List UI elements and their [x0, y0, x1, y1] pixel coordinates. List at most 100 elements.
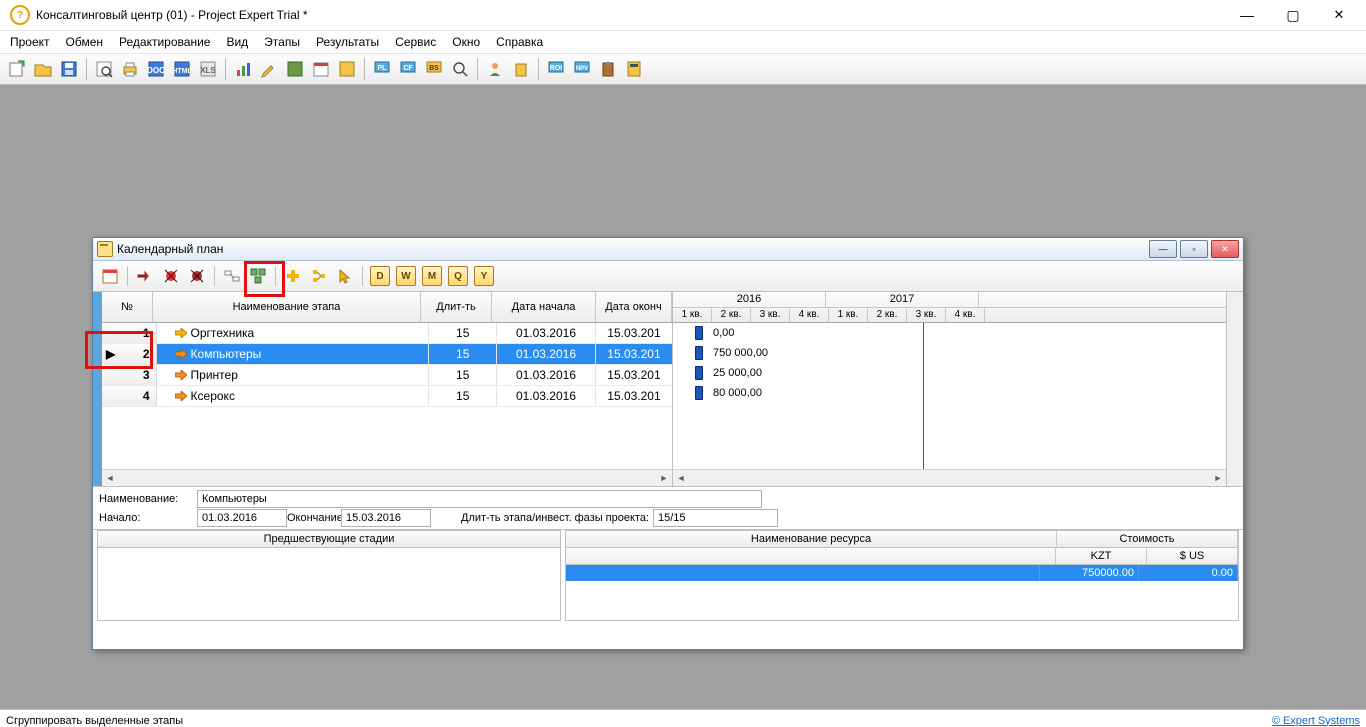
maximize-button[interactable]: ▢ [1270, 0, 1316, 30]
person-icon[interactable] [483, 57, 507, 81]
detail-end-field[interactable]: 15.03.2016 [341, 509, 431, 527]
hscroll-left-icon[interactable]: ◄ [102, 471, 118, 485]
detail-start-field[interactable]: 01.03.2016 [197, 509, 287, 527]
stage-row[interactable]: 1Оргтехника1501.03.201615.03.201 [102, 323, 672, 344]
ctb-add-icon[interactable] [282, 265, 304, 287]
preview-icon[interactable] [92, 57, 116, 81]
ctb-bug2-icon[interactable] [186, 265, 208, 287]
stage-row[interactable]: 4Ксерокс1501.03.201615.03.201 [102, 386, 672, 407]
res-usd-header[interactable]: $ US [1147, 548, 1238, 564]
open-icon[interactable] [31, 57, 55, 81]
col-start[interactable]: Дата начала [492, 292, 596, 322]
close-button[interactable]: ✕ [1316, 0, 1362, 30]
hscroll-left-icon[interactable]: ◄ [673, 471, 689, 485]
minimize-button[interactable]: — [1224, 0, 1270, 30]
clip-icon[interactable] [596, 57, 620, 81]
ctb-week-button[interactable]: W [395, 265, 417, 287]
col-end[interactable]: Дата оконч [596, 292, 672, 322]
app-titlebar: ? Консалтинговый центр (01) - Project Ex… [0, 0, 1366, 31]
svg-text:PL: PL [378, 65, 388, 72]
res-kzt-header[interactable]: KZT [1056, 548, 1147, 564]
menu-project[interactable]: Проект [2, 33, 58, 51]
calc-icon[interactable] [622, 57, 646, 81]
child-toolbar: D W M Q Y [93, 261, 1243, 292]
menu-view[interactable]: Вид [218, 33, 256, 51]
row-selector-gutter[interactable] [93, 292, 102, 486]
gantt-value: 25 000,00 [713, 367, 762, 379]
menu-stages[interactable]: Этапы [256, 33, 308, 51]
calendar-icon[interactable] [309, 57, 333, 81]
predecessors-header: Предшествующие стадии [98, 531, 560, 548]
module2-icon[interactable] [335, 57, 359, 81]
new-icon[interactable] [5, 57, 29, 81]
ctb-quarter-button[interactable]: Q [447, 265, 469, 287]
menu-window[interactable]: Окно [444, 33, 488, 51]
menu-service[interactable]: Сервис [387, 33, 444, 51]
col-num[interactable]: № [102, 292, 153, 322]
npv-icon[interactable]: NPV [570, 57, 594, 81]
child-close-button[interactable]: ✕ [1211, 240, 1239, 258]
building-icon[interactable] [509, 57, 533, 81]
bs-icon[interactable]: BS [422, 57, 446, 81]
ctb-day-button[interactable]: D [369, 265, 391, 287]
pl-icon[interactable]: PL [370, 57, 394, 81]
html-icon[interactable]: HTML [170, 57, 194, 81]
roi-icon[interactable]: ROI [544, 57, 568, 81]
xls-icon[interactable]: XLS [196, 57, 220, 81]
ctb-pointer-icon[interactable] [334, 265, 356, 287]
ctb-month-button[interactable]: M [421, 265, 443, 287]
svg-text:ROI: ROI [550, 65, 563, 72]
stage-row[interactable]: 3Принтер1501.03.201615.03.201 [102, 365, 672, 386]
hscroll-right-icon[interactable]: ► [1210, 471, 1226, 485]
col-name[interactable]: Наименование этапа [153, 292, 421, 322]
detail-name-field[interactable]: Компьютеры [197, 490, 762, 508]
ctb-arrow-red-icon[interactable] [134, 265, 156, 287]
gantt-row[interactable]: 25 000,00 [673, 363, 1226, 383]
menu-help[interactable]: Справка [488, 33, 551, 51]
child-maximize-button[interactable]: ▫ [1180, 240, 1208, 258]
cf-icon[interactable]: CF [396, 57, 420, 81]
find-icon[interactable] [448, 57, 472, 81]
ctb-bug1-icon[interactable] [160, 265, 182, 287]
vscroll[interactable] [1226, 292, 1243, 486]
gantt-row[interactable]: 0,00 [673, 323, 1226, 343]
ctb-group-icon[interactable] [247, 265, 269, 287]
menu-results[interactable]: Результаты [308, 33, 387, 51]
gantt-bar[interactable] [695, 366, 703, 380]
ctb-year-button[interactable]: Y [473, 265, 495, 287]
gantt-qtr: 2 кв. [712, 308, 751, 323]
stage-grid: № Наименование этапа Длит-ть Дата начала… [102, 292, 673, 486]
edit-icon[interactable] [257, 57, 281, 81]
word-icon[interactable]: DOC [144, 57, 168, 81]
menu-edit[interactable]: Редактирование [111, 33, 218, 51]
detail-dur-field[interactable]: 15/15 [653, 509, 778, 527]
gantt-bar[interactable] [695, 346, 703, 360]
ctb-calendar-icon[interactable] [99, 265, 121, 287]
hscroll-right-icon[interactable]: ► [656, 471, 672, 485]
status-link[interactable]: © Expert Systems [1272, 715, 1360, 727]
left-hscroll[interactable]: ◄ ► [102, 469, 672, 486]
ctb-tree-icon[interactable] [308, 265, 330, 287]
module1-icon[interactable] [283, 57, 307, 81]
res-name-header[interactable]: Наименование ресурса [566, 531, 1057, 547]
gantt-value: 0,00 [713, 327, 734, 339]
save-icon[interactable] [57, 57, 81, 81]
right-hscroll[interactable]: ◄ ► [673, 469, 1226, 486]
child-window-icon [97, 241, 113, 257]
print-icon[interactable] [118, 57, 142, 81]
gantt-bar[interactable] [695, 386, 703, 400]
chart-icon[interactable] [231, 57, 255, 81]
row-num: 1 [102, 323, 157, 343]
resource-row[interactable]: 750000.00 0.00 [566, 565, 1238, 581]
res-cost-header[interactable]: Стоимость [1057, 531, 1238, 547]
stage-row[interactable]: ▶2Компьютеры1501.03.201615.03.201 [102, 344, 672, 365]
col-dur[interactable]: Длит-ть [421, 292, 492, 322]
lower-panel: Предшествующие стадии Наименование ресур… [93, 530, 1243, 623]
gantt-bar[interactable] [695, 326, 703, 340]
ctb-link-icon[interactable] [221, 265, 243, 287]
gantt-row[interactable]: 750 000,00 [673, 343, 1226, 363]
child-titlebar[interactable]: Календарный план — ▫ ✕ [93, 238, 1243, 261]
menu-exchange[interactable]: Обмен [58, 33, 112, 51]
gantt-row[interactable]: 80 000,00 [673, 383, 1226, 403]
child-minimize-button[interactable]: — [1149, 240, 1177, 258]
